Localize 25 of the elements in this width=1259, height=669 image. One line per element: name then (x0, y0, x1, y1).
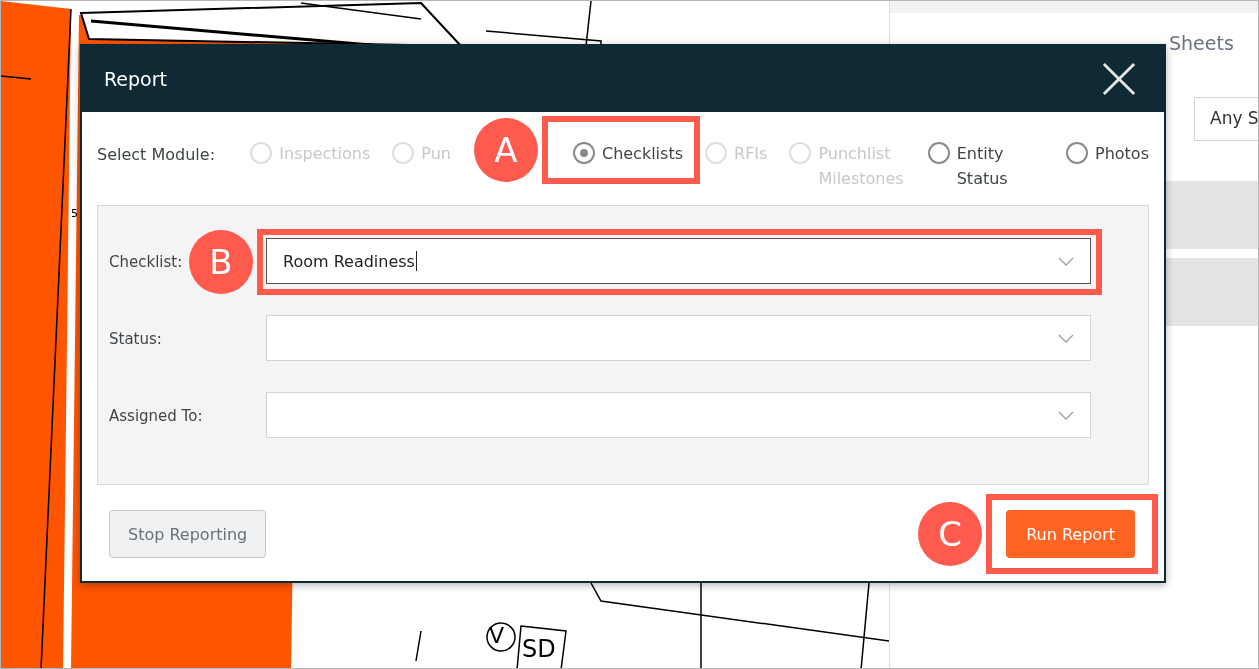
plan-label: 5 (71, 208, 78, 219)
run-report-button[interactable]: Run Report (1006, 510, 1135, 558)
close-icon[interactable] (1102, 62, 1136, 96)
chevron-down-icon (1058, 333, 1074, 343)
dialog-title: Report (104, 68, 167, 90)
filter-field[interactable]: Any S (1194, 97, 1258, 141)
plan-label: V (489, 625, 505, 647)
field-label: Assigned To: (109, 406, 203, 425)
chevron-down-icon (1058, 410, 1074, 420)
chevron-down-icon (1058, 256, 1074, 266)
radio-button[interactable] (572, 142, 595, 164)
dropdown-field[interactable] (266, 392, 1091, 438)
radio-label[interactable]: Photos (1095, 141, 1149, 166)
plan-label: SD (522, 637, 556, 661)
radio-button[interactable] (927, 142, 950, 164)
radio-label[interactable]: Entity Status (956, 141, 1044, 191)
field-label: Status: (109, 329, 162, 348)
field-label: Checklist: (109, 252, 183, 271)
stop-reporting-button[interactable]: Stop Reporting (109, 510, 267, 558)
field-label: Select Module: (97, 144, 216, 165)
radio-button[interactable] (1066, 142, 1088, 164)
dropdown-field[interactable] (266, 315, 1091, 361)
radio-label[interactable]: Checklists (601, 141, 683, 166)
panel-tab[interactable]: Sheets (1169, 31, 1234, 53)
dropdown-field[interactable]: Room Readiness (266, 238, 1091, 284)
